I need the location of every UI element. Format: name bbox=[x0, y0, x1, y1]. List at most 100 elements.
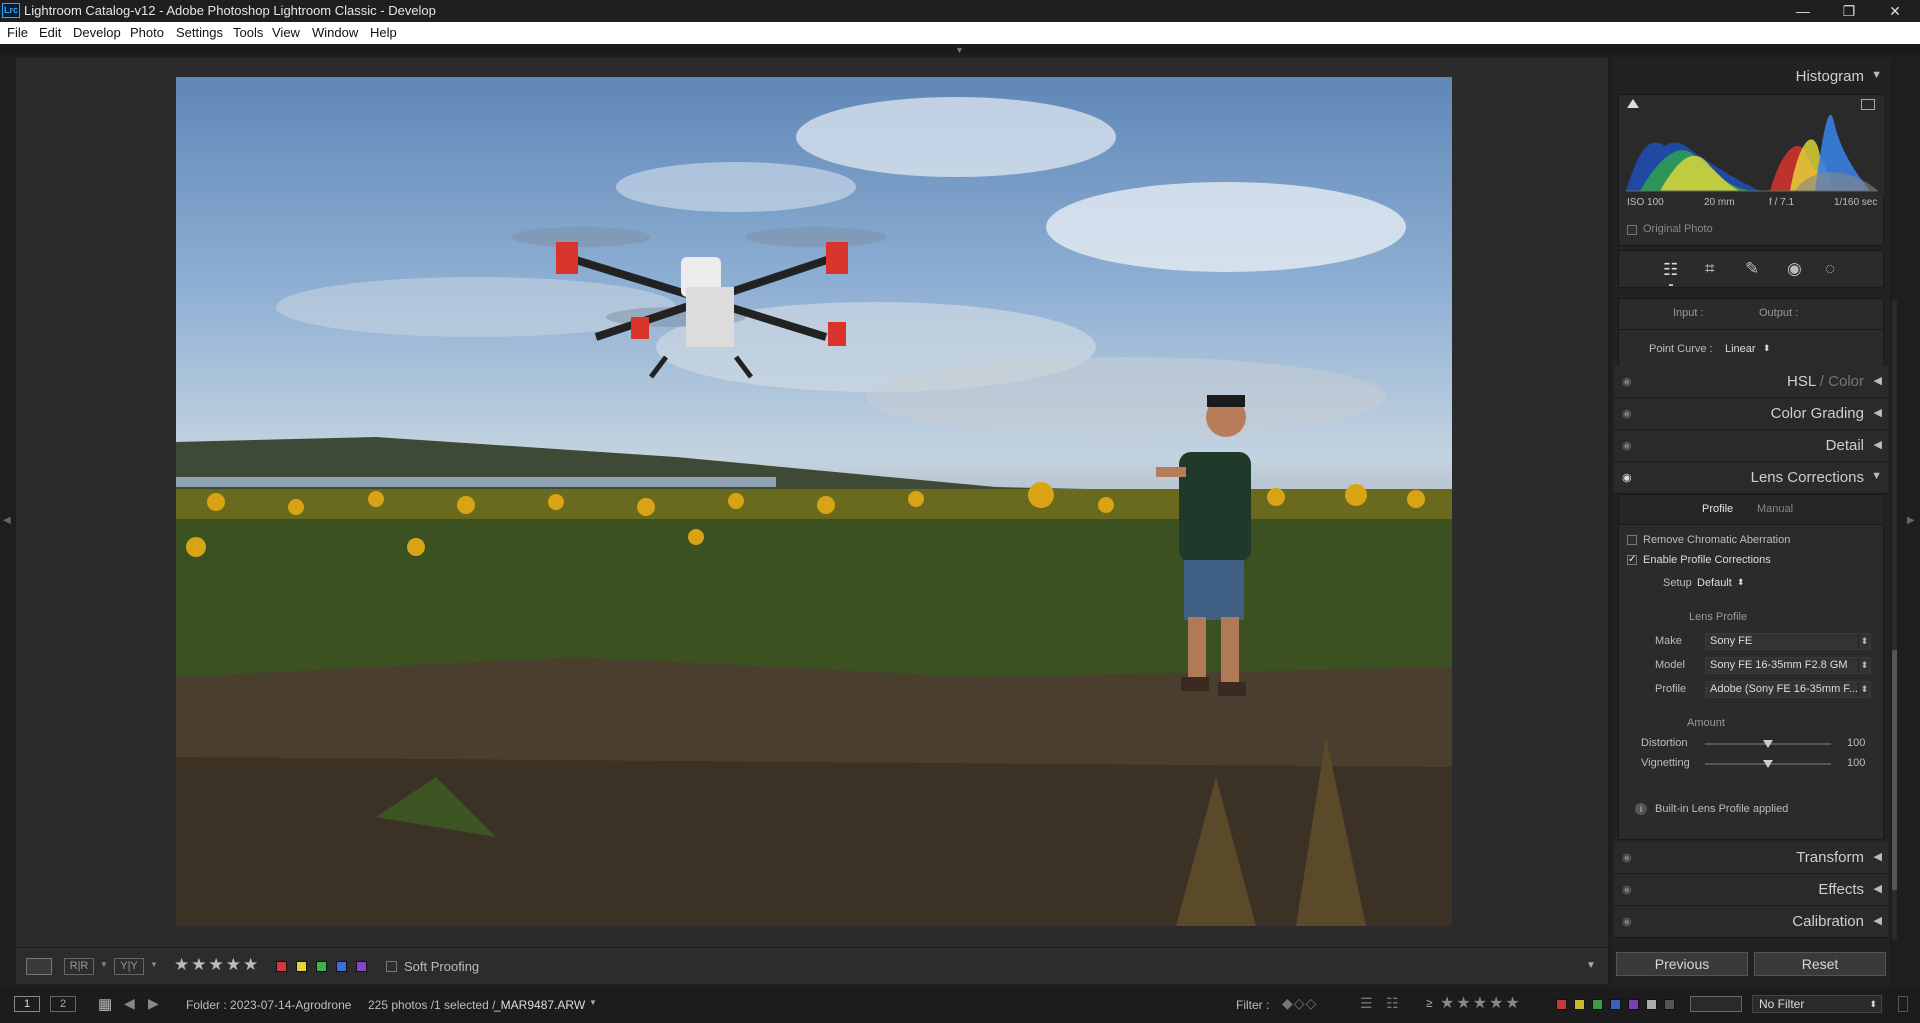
hsl-color-panel-header[interactable]: ◉ HSL / Color ◀ bbox=[1614, 366, 1888, 398]
vignetting-value[interactable]: 100 bbox=[1847, 757, 1865, 769]
original-photo-checkbox[interactable] bbox=[1627, 225, 1637, 235]
label-red-swatch[interactable] bbox=[276, 961, 287, 972]
kind-filter-icons[interactable] bbox=[1690, 996, 1742, 1012]
lens-corrections-panel-header[interactable]: ◉ Lens Corrections ▼ bbox=[1614, 462, 1888, 494]
expand-triangle-icon[interactable]: ◀ bbox=[1874, 374, 1882, 387]
loupe-view-icon[interactable] bbox=[26, 958, 52, 975]
filter-green-swatch[interactable] bbox=[1592, 999, 1603, 1010]
right-panel-toggle-icon[interactable]: ▶ bbox=[1907, 515, 1915, 526]
histogram-box[interactable]: ISO 100 20 mm f / 7.1 1/160 sec Original… bbox=[1618, 94, 1884, 246]
dropdown-arrow-icon[interactable]: ▼ bbox=[589, 998, 597, 1007]
distortion-value[interactable]: 100 bbox=[1847, 737, 1865, 749]
maximize-button[interactable]: ❐ bbox=[1826, 0, 1872, 22]
highlight-clipping-icon[interactable] bbox=[1861, 99, 1875, 110]
remove-ca-checkbox[interactable] bbox=[1627, 535, 1637, 545]
edit-sliders-icon[interactable]: ☷ bbox=[1663, 260, 1678, 280]
effects-panel-header[interactable]: ◉ Effects ◀ bbox=[1614, 874, 1888, 906]
previous-button[interactable]: Previous bbox=[1616, 952, 1748, 976]
expand-triangle-icon[interactable]: ◀ bbox=[1874, 914, 1882, 927]
back-arrow-icon[interactable]: ◀ bbox=[124, 995, 135, 1012]
dropdown-arrow-icon[interactable]: ▼ bbox=[150, 960, 158, 969]
eye-icon[interactable]: ◉ bbox=[1622, 439, 1632, 452]
profile-select[interactable]: Adobe (Sony FE 16-35mm F... ⬍ bbox=[1705, 681, 1871, 698]
soft-proofing-checkbox[interactable] bbox=[386, 961, 397, 972]
folder-path[interactable]: Folder : 2023-07-14-Agrodrone bbox=[186, 998, 351, 1012]
menu-window[interactable]: Window bbox=[312, 25, 358, 40]
distortion-slider-handle[interactable] bbox=[1763, 740, 1773, 748]
label-blue-swatch[interactable] bbox=[336, 961, 347, 972]
reset-button[interactable]: Reset bbox=[1754, 952, 1886, 976]
updown-arrows-icon[interactable]: ⬍ bbox=[1737, 577, 1745, 588]
menu-view[interactable]: View bbox=[272, 25, 300, 40]
left-panel-toggle-icon[interactable]: ◀ bbox=[3, 515, 11, 526]
eye-icon[interactable]: ◉ bbox=[1622, 883, 1632, 896]
vignetting-slider-handle[interactable] bbox=[1763, 760, 1773, 768]
tab-manual[interactable]: Manual bbox=[1757, 503, 1793, 515]
make-select[interactable]: Sony FE ⬍ bbox=[1705, 633, 1871, 650]
monitor-2-button[interactable]: 2 bbox=[50, 996, 76, 1012]
menu-tools[interactable]: Tools bbox=[233, 25, 263, 40]
edit-filter-icon[interactable]: ☰ bbox=[1360, 995, 1373, 1012]
expand-triangle-icon[interactable]: ◀ bbox=[1874, 406, 1882, 419]
filter-red-swatch[interactable] bbox=[1556, 999, 1567, 1010]
label-yellow-swatch[interactable] bbox=[296, 961, 307, 972]
filter-blue-swatch[interactable] bbox=[1610, 999, 1621, 1010]
before-after-lr-icon[interactable]: R|R bbox=[64, 958, 94, 975]
shadow-clipping-icon[interactable] bbox=[1627, 99, 1639, 108]
edit-filter-alt-icon[interactable]: ☷ bbox=[1386, 995, 1399, 1012]
color-grading-panel-header[interactable]: ◉ Color Grading ◀ bbox=[1614, 398, 1888, 430]
selected-filename[interactable]: _MAR9487.ARW bbox=[494, 998, 585, 1012]
toolbar-menu-arrow-icon[interactable]: ▼ bbox=[1586, 960, 1596, 971]
minimize-button[interactable]: — bbox=[1780, 0, 1826, 22]
eye-icon[interactable]: ◉ bbox=[1622, 407, 1632, 420]
red-eye-icon[interactable]: ◉ bbox=[1787, 259, 1802, 279]
menu-help[interactable]: Help bbox=[370, 25, 397, 40]
photo-preview[interactable] bbox=[176, 77, 1452, 926]
dropdown-arrow-icon[interactable]: ▼ bbox=[100, 960, 108, 969]
expand-triangle-icon[interactable]: ◀ bbox=[1874, 882, 1882, 895]
masking-icon[interactable]: ◌ bbox=[1825, 259, 1835, 279]
filter-preset-select[interactable]: No Filter ⬍ bbox=[1752, 995, 1882, 1013]
flag-filter-icons[interactable]: ◆◇◇ bbox=[1282, 995, 1317, 1012]
menu-settings[interactable]: Settings bbox=[176, 25, 223, 40]
menu-edit[interactable]: Edit bbox=[39, 25, 61, 40]
forward-arrow-icon[interactable]: ▶ bbox=[148, 995, 159, 1012]
collapse-triangle-icon[interactable]: ▼ bbox=[1871, 470, 1882, 482]
close-button[interactable]: ✕ bbox=[1872, 0, 1918, 22]
detail-panel-header[interactable]: ◉ Detail ◀ bbox=[1614, 430, 1888, 462]
rating-stars[interactable]: ★★★★★ bbox=[174, 955, 260, 975]
healing-icon[interactable]: ✎ bbox=[1745, 259, 1759, 279]
eye-icon[interactable]: ◉ bbox=[1622, 851, 1632, 864]
filter-none-swatch[interactable] bbox=[1664, 999, 1675, 1010]
expand-triangle-icon[interactable]: ◀ bbox=[1874, 850, 1882, 863]
rating-operator[interactable]: ≥ bbox=[1426, 996, 1433, 1010]
model-select[interactable]: Sony FE 16-35mm F2.8 GM ⬍ bbox=[1705, 657, 1871, 674]
label-purple-swatch[interactable] bbox=[356, 961, 367, 972]
menu-photo[interactable]: Photo bbox=[130, 25, 164, 40]
enable-profile-checkbox[interactable]: ✓ bbox=[1627, 555, 1637, 565]
swap-before-after-icon[interactable]: Y|Y bbox=[114, 958, 144, 975]
filter-purple-swatch[interactable] bbox=[1628, 999, 1639, 1010]
eye-icon[interactable]: ◉ bbox=[1622, 471, 1632, 484]
eye-icon[interactable]: ◉ bbox=[1622, 375, 1632, 388]
updown-arrows-icon[interactable]: ⬍ bbox=[1763, 343, 1771, 354]
point-curve-select[interactable]: Linear bbox=[1725, 343, 1756, 355]
eye-icon[interactable]: ◉ bbox=[1622, 915, 1632, 928]
collapse-triangle-icon[interactable]: ▼ bbox=[1871, 69, 1882, 81]
menu-develop[interactable]: Develop bbox=[73, 25, 121, 40]
filter-custom-swatch[interactable] bbox=[1646, 999, 1657, 1010]
menu-file[interactable]: File bbox=[7, 25, 28, 40]
panel-scrollbar[interactable] bbox=[1892, 300, 1897, 940]
grid-view-icon[interactable]: ▦ bbox=[98, 995, 112, 1013]
calibration-panel-header[interactable]: ◉ Calibration ◀ bbox=[1614, 906, 1888, 938]
filter-yellow-swatch[interactable] bbox=[1574, 999, 1585, 1010]
monitor-1-button[interactable]: 1 bbox=[14, 996, 40, 1012]
histogram-header[interactable]: Histogram ▼ bbox=[1614, 58, 1888, 92]
crop-icon[interactable]: ⌗ bbox=[1705, 259, 1715, 279]
expand-triangle-icon[interactable]: ◀ bbox=[1874, 438, 1882, 451]
filter-lock-icon[interactable] bbox=[1898, 996, 1908, 1012]
label-green-swatch[interactable] bbox=[316, 961, 327, 972]
setup-select[interactable]: Default bbox=[1697, 577, 1732, 589]
tab-profile[interactable]: Profile bbox=[1702, 503, 1733, 515]
top-panel-toggle-icon[interactable]: ▼ bbox=[955, 45, 964, 55]
